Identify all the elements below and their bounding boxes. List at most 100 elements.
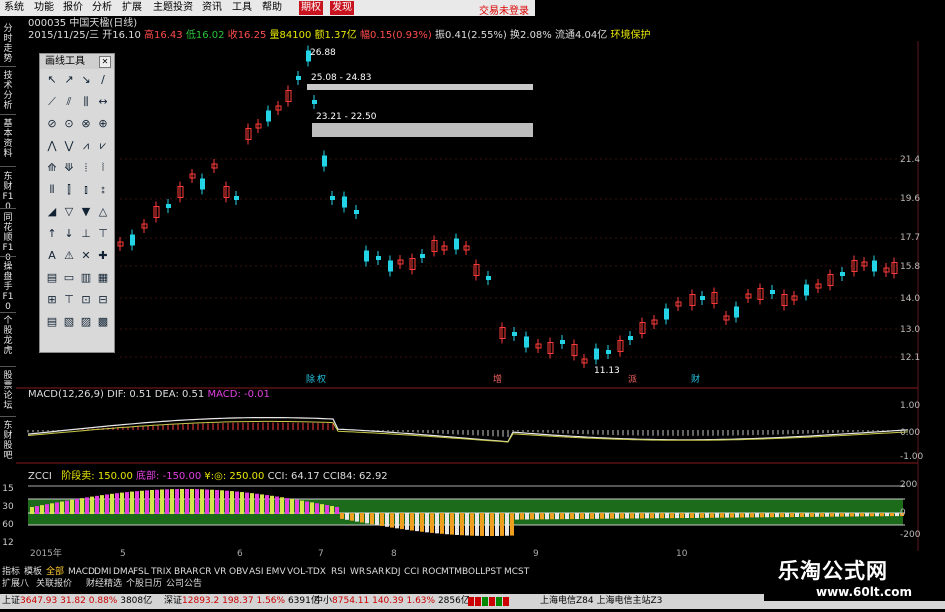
draw-tool-icon[interactable]: ⊕ bbox=[95, 116, 111, 132]
draw-tool-icon[interactable]: ▥ bbox=[78, 270, 94, 286]
draw-tool-icon[interactable]: ⊡ bbox=[78, 292, 94, 308]
draw-tool-icon[interactable]: ▩ bbox=[95, 314, 111, 330]
draw-tool-icon[interactable]: ⊥ bbox=[78, 226, 94, 242]
drawing-toolbox[interactable]: 画线工具 ✕ ↖ ↗ ↘ ∕ ⟋ ⫽ ⫼ ↔ ⊘ ⊙ ⊗ ⊕ ⋀ ⋁ ⩘ ⩗ ⟰ ⟱ ⦙ ⦚ ⦀ ⫿ ⫾ ⦂ ◢ ▽ ▼ △ ↑ ↓ ⊥ ⊤ A… bbox=[39, 53, 115, 353]
sz-index[interactable]: 深证12893.2 198.37 1.56% 6391亿 bbox=[164, 594, 320, 609]
draw-tool-icon[interactable]: ⋀ bbox=[44, 138, 60, 154]
market-strength-bars bbox=[468, 597, 528, 606]
draw-tool-icon[interactable]: ⫼ bbox=[78, 94, 94, 110]
draw-tool-icon[interactable]: ⦂ bbox=[95, 182, 111, 198]
tab-vol-tdx[interactable]: VOL-TDX bbox=[287, 566, 326, 578]
menu-discover[interactable]: 发现 bbox=[330, 1, 354, 15]
tab-dma[interactable]: DMA bbox=[113, 566, 134, 578]
draw-tool-icon[interactable]: ▭ bbox=[61, 270, 77, 286]
link-extension-8[interactable]: 扩展八 bbox=[2, 578, 29, 590]
draw-tool-icon[interactable]: ⫿ bbox=[61, 182, 77, 198]
draw-tool-icon[interactable]: ∕ bbox=[95, 72, 111, 88]
tab-sar[interactable]: SAR bbox=[366, 566, 384, 578]
draw-tool-icon[interactable]: ↖ bbox=[44, 72, 60, 88]
draw-tool-icon[interactable]: ▧ bbox=[61, 314, 77, 330]
tab-all[interactable]: 全部 bbox=[46, 566, 64, 578]
tab-cci[interactable]: CCI bbox=[404, 566, 419, 578]
draw-tool-icon[interactable]: ⩗ bbox=[95, 138, 111, 154]
toolbox-title-bar[interactable]: 画线工具 ✕ bbox=[40, 54, 114, 69]
draw-tool-icon[interactable]: ▤ bbox=[44, 270, 60, 286]
menu-quote[interactable]: 报价 bbox=[63, 2, 83, 14]
draw-tool-icon[interactable]: ⊞ bbox=[44, 292, 60, 308]
tab-kdj[interactable]: KDJ bbox=[385, 566, 401, 578]
sme-index[interactable]: 中小8754.11 140.39 1.63% 2856亿 bbox=[314, 594, 470, 609]
tab-pst[interactable]: PST bbox=[485, 566, 502, 578]
tab-fsl[interactable]: FSL bbox=[133, 566, 149, 578]
draw-tool-icon[interactable]: ▼ bbox=[78, 204, 94, 220]
kline-chart[interactable] bbox=[0, 16, 945, 576]
tab-boll[interactable]: BOLL bbox=[462, 566, 485, 578]
tab-vr[interactable]: VR bbox=[214, 566, 226, 578]
tab-asi[interactable]: ASI bbox=[249, 566, 264, 578]
tab-emv[interactable]: EMV bbox=[266, 566, 286, 578]
tab-dmi[interactable]: DMI bbox=[94, 566, 111, 578]
trade-login-status[interactable]: 交易未登录 bbox=[479, 2, 529, 17]
menu-system[interactable]: 系统 bbox=[4, 2, 24, 14]
draw-tool-icon[interactable]: ⊟ bbox=[95, 292, 111, 308]
draw-tool-icon[interactable]: A bbox=[44, 248, 60, 264]
link-related-quote[interactable]: 关联报价 bbox=[36, 578, 72, 590]
menu-options[interactable]: 期权 bbox=[299, 1, 323, 15]
menu-help[interactable]: 帮助 bbox=[262, 2, 282, 14]
draw-tool-icon[interactable]: ⋁ bbox=[61, 138, 77, 154]
menu-news[interactable]: 资讯 bbox=[202, 2, 222, 14]
draw-tool-icon[interactable]: ⊙ bbox=[61, 116, 77, 132]
draw-tool-icon[interactable]: ⦀ bbox=[44, 182, 60, 198]
tab-macd[interactable]: MACD bbox=[68, 566, 95, 578]
tab-template[interactable]: 模板 bbox=[24, 566, 42, 578]
tab-obv[interactable]: OBV bbox=[229, 566, 248, 578]
draw-tool-icon[interactable]: ↔ bbox=[95, 94, 111, 110]
draw-tool-icon[interactable]: ⦚ bbox=[95, 160, 111, 176]
draw-tool-icon[interactable]: ↓ bbox=[61, 226, 77, 242]
link-finance-pick[interactable]: 财经精选 bbox=[86, 578, 122, 590]
draw-tool-icon[interactable]: ◢ bbox=[44, 204, 60, 220]
draw-tool-icon[interactable]: ⦙ bbox=[78, 160, 94, 176]
tab-indicator[interactable]: 指标 bbox=[2, 566, 20, 578]
server-status[interactable]: 上海电信Z84 上海电信主站Z3 bbox=[540, 594, 662, 609]
menu-function[interactable]: 功能 bbox=[34, 2, 54, 14]
draw-tool-icon[interactable]: ⊤ bbox=[95, 226, 111, 242]
menu-analysis[interactable]: 分析 bbox=[92, 2, 112, 14]
draw-tool-icon[interactable]: ↗ bbox=[61, 72, 77, 88]
link-stock-calendar[interactable]: 个股日历 bbox=[126, 578, 162, 590]
draw-tool-icon[interactable]: ▤ bbox=[44, 314, 60, 330]
menu-tools[interactable]: 工具 bbox=[232, 2, 252, 14]
link-announcement[interactable]: 公司公告 bbox=[166, 578, 202, 590]
tab-mtm[interactable]: MTM bbox=[441, 566, 462, 578]
draw-tool-icon[interactable]: ✚ bbox=[95, 248, 111, 264]
draw-tool-icon[interactable]: ⫾ bbox=[78, 182, 94, 198]
draw-tool-icon[interactable]: ✕ bbox=[78, 248, 94, 264]
draw-tool-icon[interactable]: ▦ bbox=[95, 270, 111, 286]
draw-tool-icon[interactable]: ⊗ bbox=[78, 116, 94, 132]
close-icon[interactable]: ✕ bbox=[99, 56, 111, 68]
draw-tool-icon[interactable]: ⩘ bbox=[78, 138, 94, 154]
draw-tool-icon[interactable]: ↘ bbox=[78, 72, 94, 88]
tab-wr[interactable]: WR bbox=[350, 566, 365, 578]
zcci-bar bbox=[345, 513, 349, 520]
menu-extension[interactable]: 扩展 bbox=[122, 2, 142, 14]
draw-tool-icon[interactable]: ⊘ bbox=[44, 116, 60, 132]
draw-tool-icon[interactable]: ⟱ bbox=[61, 160, 77, 176]
tab-cr[interactable]: CR bbox=[199, 566, 212, 578]
tab-roc[interactable]: ROC bbox=[422, 566, 442, 578]
menu-theme-invest[interactable]: 主题投资 bbox=[153, 2, 193, 14]
tab-brar[interactable]: BRAR bbox=[174, 566, 198, 578]
tab-rsi[interactable]: RSI bbox=[331, 566, 346, 578]
draw-tool-icon[interactable]: ↑ bbox=[44, 226, 60, 242]
draw-tool-icon[interactable]: ⟋ bbox=[44, 94, 60, 110]
draw-tool-icon[interactable]: ▨ bbox=[78, 314, 94, 330]
draw-tool-icon[interactable]: ⫽ bbox=[61, 94, 77, 110]
draw-tool-icon[interactable]: ⊤ bbox=[61, 292, 77, 308]
sh-index[interactable]: 上证3647.93 31.82 0.88% 3808亿 bbox=[2, 594, 152, 609]
draw-tool-icon[interactable]: ▽ bbox=[61, 204, 77, 220]
tab-mcst[interactable]: MCST bbox=[504, 566, 529, 578]
tab-trix[interactable]: TRIX bbox=[151, 566, 172, 578]
draw-tool-icon[interactable]: ⚠ bbox=[61, 248, 77, 264]
draw-tool-icon[interactable]: △ bbox=[95, 204, 111, 220]
draw-tool-icon[interactable]: ⟰ bbox=[44, 160, 60, 176]
